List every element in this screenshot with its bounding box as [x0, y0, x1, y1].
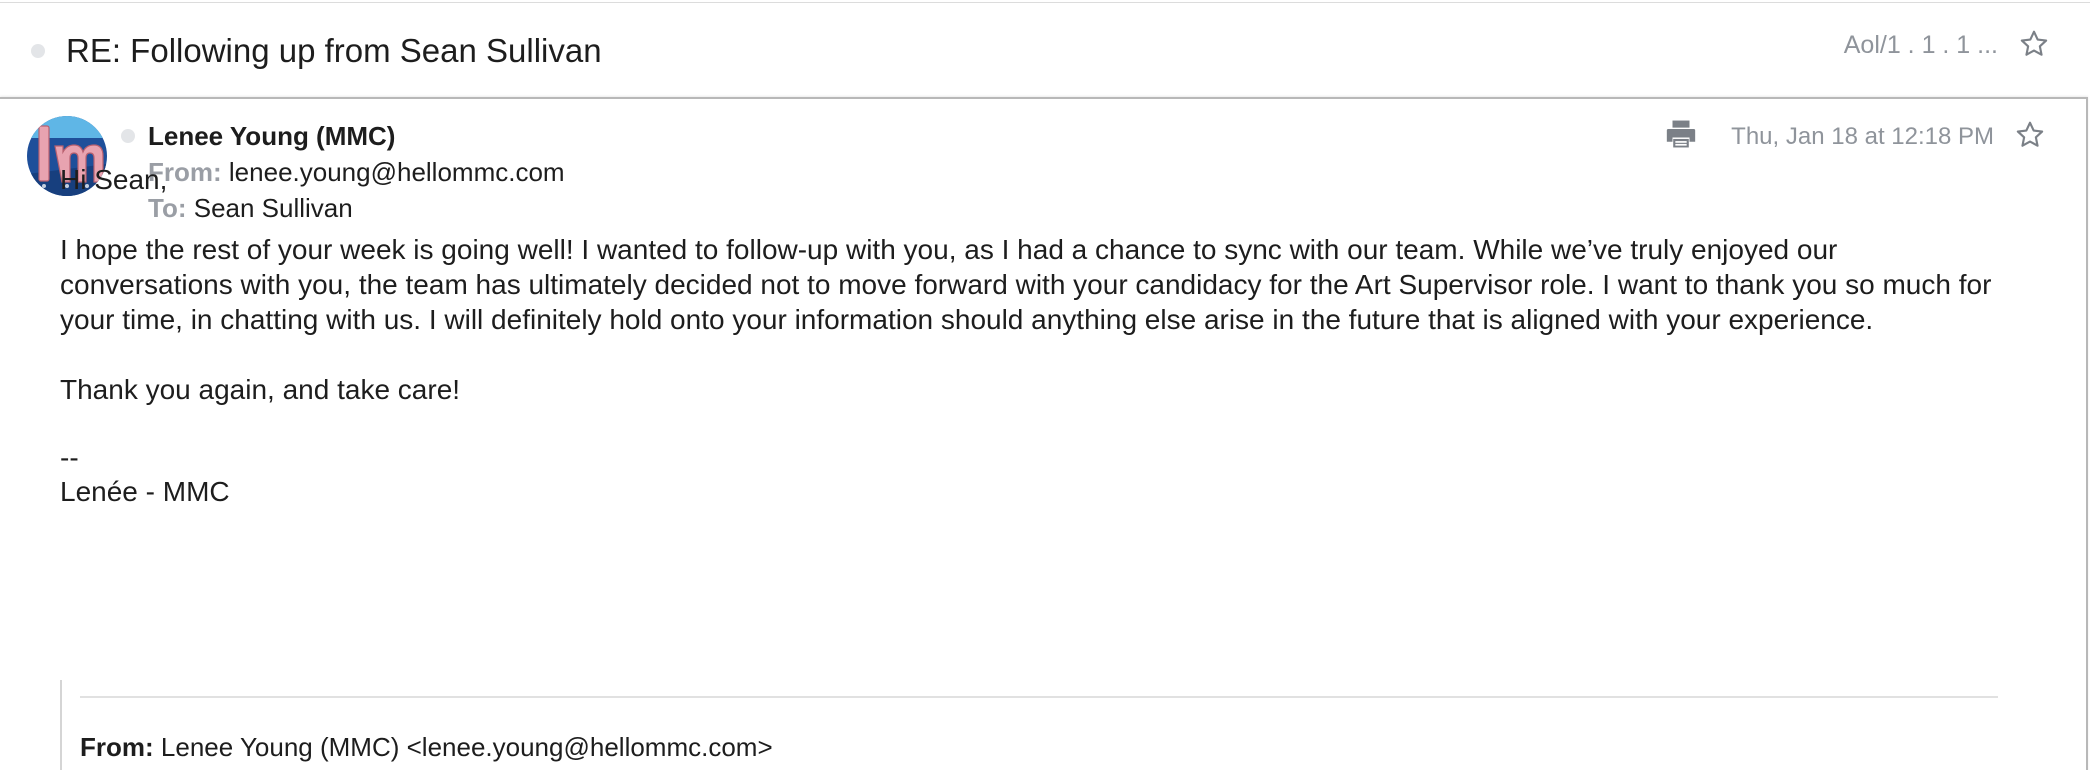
- message-star-icon[interactable]: [2014, 119, 2046, 151]
- thread-folder-path[interactable]: Aol/1 . 1 . 1 ...: [1844, 31, 1998, 60]
- quoted-from-value: Lenee Young (MMC) <lenee.young@hellommc.…: [160, 732, 773, 762]
- quoted-divider: [80, 696, 1998, 698]
- thread-header: RE: Following up from Sean Sullivan Aol/…: [0, 3, 2090, 96]
- email-reader: RE: Following up from Sean Sullivan Aol/…: [0, 0, 2090, 770]
- body-closing: Thank you again, and take care!: [60, 374, 461, 405]
- sender-name[interactable]: Lenee Young (MMC): [148, 121, 395, 152]
- quoted-from-label: From:: [80, 732, 154, 762]
- thread-subject: RE: Following up from Sean Sullivan: [66, 32, 602, 69]
- thread-star-icon[interactable]: [2018, 28, 2050, 60]
- body-paragraph: I hope the rest of your week is going we…: [60, 234, 1992, 335]
- signature-separator: --: [60, 442, 79, 473]
- message-date: Thu, Jan 18 at 12:18 PM: [1731, 123, 1994, 150]
- quoted-from-line: From: Lenee Young (MMC) <lenee.young@hel…: [80, 732, 773, 763]
- printer-icon[interactable]: [1664, 117, 1698, 151]
- signature-name: Lenée - MMC: [60, 476, 230, 507]
- message-unread-dot[interactable]: [121, 129, 135, 143]
- message-body: Hi Sean, I hope the rest of your week is…: [60, 162, 2010, 510]
- body-greeting: Hi Sean,: [60, 164, 168, 195]
- unread-indicator-dot[interactable]: [31, 44, 45, 58]
- quoted-message: From: Lenee Young (MMC) <lenee.young@hel…: [60, 680, 2002, 770]
